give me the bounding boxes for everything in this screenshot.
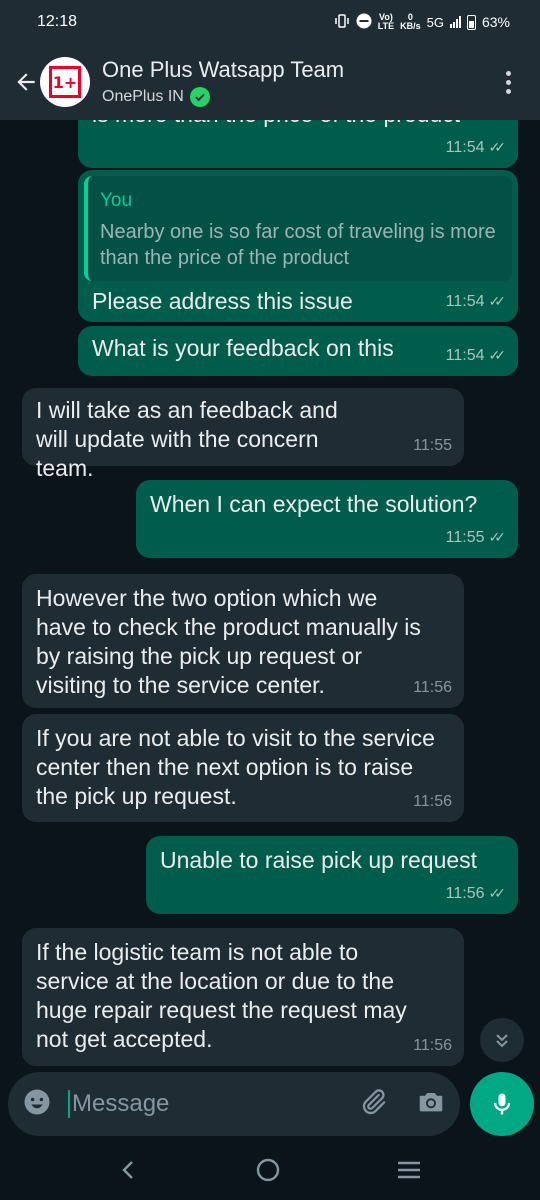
- message-composer: [8, 1072, 460, 1136]
- message-outgoing[interactable]: What is your feedback on this 11:54 ✓✓: [78, 326, 518, 376]
- volte-indicator: Vo) LTE: [377, 12, 395, 31]
- message-incoming[interactable]: If the logistic team is not able to serv…: [22, 928, 464, 1066]
- system-nav-bar: [0, 1144, 540, 1200]
- read-ticks-icon: ✓✓: [488, 293, 507, 309]
- message-list[interactable]: is more than the price of the product 11…: [0, 120, 540, 1072]
- contact-info[interactable]: One Plus Watsapp Team OnePlus IN: [102, 57, 344, 107]
- nav-home-icon[interactable]: [254, 1156, 282, 1189]
- verified-icon: [189, 87, 210, 107]
- quoted-message[interactable]: You Nearby one is so far cost of traveli…: [84, 176, 512, 281]
- chat-header: 1+ One Plus Watsapp Team OnePlus IN: [0, 44, 540, 120]
- message-meta: 11:54 ✓✓: [446, 341, 506, 370]
- message-outgoing[interactable]: When I can expect the solution? 11:55 ✓✓: [136, 480, 518, 558]
- message-meta: 11:56: [413, 679, 452, 696]
- message-meta: 11:55: [413, 437, 452, 454]
- message-outgoing[interactable]: Unable to raise pick up request 11:56 ✓✓: [146, 836, 518, 914]
- emoji-icon[interactable]: [22, 1087, 52, 1122]
- contact-account: OnePlus IN: [102, 88, 184, 105]
- status-time: 12:18: [37, 13, 78, 30]
- contact-name: One Plus Watsapp Team: [102, 57, 345, 82]
- network-type: 5G: [426, 14, 444, 30]
- message-text: When I can expect the solution?: [150, 491, 478, 517]
- message-outgoing[interactable]: You Nearby one is so far cost of traveli…: [78, 170, 518, 322]
- status-bar: 12:18 Vo) LTE 0 KB/s 5G 63%: [0, 0, 540, 44]
- oneplus-logo: 1+: [49, 66, 81, 98]
- message-meta: 11:55 ✓✓: [446, 523, 506, 552]
- scroll-down-button[interactable]: [480, 1018, 524, 1062]
- message-text: I will take as an feedback and will upda…: [36, 397, 345, 481]
- status-icons: Vo) LTE 0 KB/s 5G 63%: [334, 13, 510, 32]
- read-ticks-icon: ✓✓: [488, 347, 507, 363]
- message-meta: 11:56: [413, 793, 452, 810]
- message-input[interactable]: [68, 1090, 328, 1118]
- message-text: However the two option which we have to …: [36, 585, 428, 698]
- contact-subtitle: OnePlus IN: [102, 87, 344, 107]
- battery-level: 63%: [481, 14, 510, 30]
- signal-icon: [449, 16, 461, 28]
- message-meta: 11:54 ✓✓: [446, 133, 506, 162]
- mic-button[interactable]: [470, 1072, 534, 1136]
- battery-icon: [466, 14, 476, 30]
- nav-back-icon[interactable]: [117, 1158, 141, 1187]
- quoted-author: You: [100, 190, 133, 211]
- read-ticks-icon: ✓✓: [488, 139, 507, 155]
- message-incoming[interactable]: I will take as an feedback and will upda…: [22, 388, 464, 481]
- network-speed: 0 KB/s: [400, 12, 421, 31]
- message-incoming[interactable]: If you are not able to visit to the serv…: [22, 714, 464, 822]
- quoted-text: Nearby one is so far cost of traveling i…: [100, 221, 496, 269]
- read-ticks-icon: ✓✓: [488, 885, 507, 901]
- message-text: If the logistic team is not able to serv…: [36, 939, 414, 1052]
- message-meta: 11:56: [413, 1037, 452, 1054]
- dnd-icon: [356, 13, 372, 32]
- message-text: Unable to raise pick up request: [160, 847, 478, 873]
- more-options-icon[interactable]: [496, 62, 520, 102]
- message-text: What is your feedback on this: [92, 335, 394, 361]
- message-incoming[interactable]: However the two option which we have to …: [22, 574, 464, 708]
- read-ticks-icon: ✓✓: [488, 529, 507, 545]
- scroll-down-icon: [496, 1034, 508, 1048]
- message-outgoing[interactable]: is more than the price of the product 11…: [78, 120, 518, 168]
- message-meta: 11:54 ✓✓: [446, 287, 506, 316]
- message-text: is more than the price of the product: [92, 120, 504, 129]
- message-meta: 11:56 ✓✓: [446, 879, 506, 908]
- camera-icon[interactable]: [416, 1087, 446, 1122]
- back-arrow-icon: [17, 73, 35, 91]
- attach-icon[interactable]: [358, 1087, 388, 1122]
- mic-icon: [493, 1093, 511, 1115]
- contact-avatar[interactable]: 1+: [40, 57, 90, 107]
- message-text: If you are not able to visit to the serv…: [36, 725, 442, 809]
- vibrate-icon: [334, 13, 350, 31]
- nav-recents-icon[interactable]: [395, 1158, 423, 1187]
